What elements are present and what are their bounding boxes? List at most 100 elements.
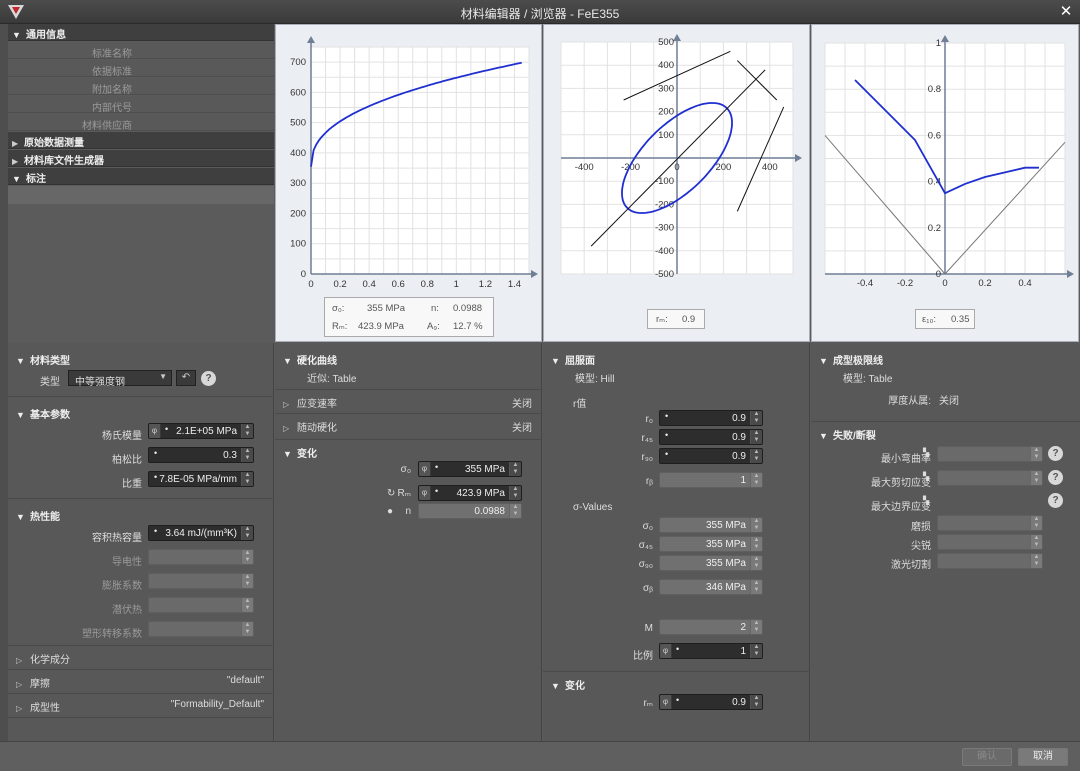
spinner-icon[interactable]: ▲ ▼ (1030, 471, 1042, 485)
spinner-icon[interactable]: ▲ ▼ (750, 411, 762, 425)
annotation-header[interactable]: ▼ 标注 (8, 168, 274, 185)
raw-data-header[interactable]: ▶ 原始数据测量 (8, 132, 274, 149)
max-shear-label: 最大剪切应变 (871, 478, 931, 489)
yield-surface-header[interactable]: ▼ 屈服面 (543, 347, 810, 367)
yield-change-header[interactable]: ▼ 变化 (543, 671, 810, 692)
help-icon[interactable]: ? (1048, 446, 1063, 461)
general-info-header[interactable]: ▼ 通用信息 (8, 24, 274, 41)
tree-row[interactable]: 标准名称 (8, 42, 274, 60)
pin-icon[interactable]: ▚ (923, 448, 929, 457)
library-generator-header[interactable]: ▶ 材料库文件生成器 (8, 150, 274, 167)
s90-field[interactable]: 355 MPa ▲ ▼ (659, 555, 763, 571)
spinner-icon[interactable]: ▲ ▼ (509, 462, 521, 476)
plastic-transfer-field[interactable]: ▲ ▼ (148, 621, 254, 637)
spinner-icon[interactable]: ▲ ▼ (241, 574, 253, 588)
sb-field[interactable]: 346 MPa ▲ ▼ (659, 579, 763, 595)
pin-icon[interactable]: ▚ (923, 472, 929, 481)
conductivity-field[interactable]: ▲ ▼ (148, 549, 254, 565)
s0-field[interactable]: 355 MPa ▲ ▼ (659, 517, 763, 533)
max-shear-field[interactable]: ▲ ▼ (937, 470, 1043, 486)
spinner-icon[interactable]: ▲ ▼ (509, 486, 521, 500)
x-tick-label: 200 (715, 162, 731, 173)
poisson-field[interactable]: • 0.3 ▲ ▼ (148, 447, 254, 463)
youngs-modulus-field[interactable]: φ • 2.1E+05 MPa ▲ ▼ (148, 423, 254, 439)
spinner-icon[interactable]: ▲ ▼ (1030, 554, 1042, 568)
close-icon[interactable]: ✕ (1058, 4, 1074, 20)
help-icon[interactable]: ? (1048, 493, 1063, 508)
spinner-icon[interactable]: ▲ ▼ (241, 550, 253, 564)
thermal-header[interactable]: ▼ 热性能 (8, 503, 274, 523)
material-type-select[interactable]: 中等强度钢 ▼ (68, 370, 172, 388)
spinner-icon[interactable]: ▲ ▼ (241, 448, 253, 462)
ok-button[interactable]: 确认 (962, 748, 1012, 766)
spinner-icon[interactable]: ▲ ▼ (241, 472, 253, 486)
spinner-icon[interactable]: ▲ ▼ (750, 449, 762, 463)
y-tick-label: -400 (655, 246, 674, 257)
left-edge (0, 24, 8, 741)
strain-rate-row[interactable]: ▷ 应变速率 关闭 (275, 389, 542, 411)
s45-field[interactable]: 355 MPa ▲ ▼ (659, 536, 763, 552)
spinner-icon[interactable]: ▲ ▼ (1030, 535, 1042, 549)
sigma0-field[interactable]: φ • 355 MPa ▲ ▼ (418, 461, 522, 477)
n-field[interactable]: 0.0988 ▲ ▼ (418, 503, 522, 519)
spinner-icon[interactable]: ▲ ▼ (750, 695, 762, 709)
r0-field[interactable]: • 0.9 ▲ ▼ (659, 410, 763, 426)
spinner-icon[interactable]: ▲ ▼ (241, 622, 253, 636)
spinner-icon[interactable]: ▲ ▼ (750, 518, 762, 532)
poisson-label: 柏松比 (112, 455, 142, 466)
spinner-icon[interactable]: ▲ ▼ (1030, 516, 1042, 530)
spinner-icon[interactable]: ▲ ▼ (750, 430, 762, 444)
ratio-field[interactable]: φ • 1 ▲ ▼ (659, 643, 763, 659)
hardening-readout: σ₀: 355 MPa n: 0.0988 Rₘ: 423.9 MPa A₉: … (324, 297, 494, 337)
cancel-button[interactable]: 取消 (1018, 748, 1068, 766)
latent-heat-field[interactable]: ▲ ▼ (148, 597, 254, 613)
material-type-header[interactable]: ▼ 材料类型 (8, 347, 274, 367)
laser-field[interactable]: ▲ ▼ (937, 553, 1043, 569)
spinner-icon[interactable]: ▲ ▼ (750, 473, 762, 487)
basic-params-header[interactable]: ▼ 基本参数 (8, 401, 274, 421)
annotation-area[interactable] (8, 186, 274, 204)
hardening-header[interactable]: ▼ 硬化曲线 (275, 347, 542, 367)
rb-field[interactable]: 1 ▲ ▼ (659, 472, 763, 488)
rm-change-field[interactable]: φ • 0.9 ▲ ▼ (659, 694, 763, 710)
spinner-icon[interactable]: ▲ ▼ (750, 580, 762, 594)
sigma-values-label: σ-Values (573, 502, 613, 513)
hardening-change-header[interactable]: ▼ 变化 (275, 439, 542, 460)
spinner-icon[interactable]: ▲ ▼ (241, 598, 253, 612)
heat-capacity-field[interactable]: • 3.64 mJ/(mm³K) ▲ ▼ (148, 525, 254, 541)
density-field[interactable]: • 7.8E-05 MPa/mm ▲ ▼ (148, 471, 254, 487)
sharp-field[interactable]: ▲ ▼ (937, 534, 1043, 550)
kinematic-row[interactable]: ▷ 随动硬化 关闭 (275, 413, 542, 435)
friction-row[interactable]: ▷ 摩擦 "default" (8, 669, 274, 691)
y-tick-label: 400 (658, 60, 674, 71)
spinner-icon[interactable]: ▲ ▼ (241, 424, 253, 438)
help-icon[interactable]: ? (1048, 470, 1063, 485)
spinner-icon[interactable]: ▲ ▼ (509, 504, 521, 518)
failure-header[interactable]: ▼ 失败/断裂 (811, 421, 1080, 442)
undo-button[interactable]: ↶ (176, 370, 196, 386)
spinner-icon[interactable]: ▲ ▼ (1030, 447, 1042, 461)
pin-icon[interactable]: ▚ (923, 496, 929, 505)
min-bend-field[interactable]: ▲ ▼ (937, 446, 1043, 462)
spinner-icon[interactable]: ▲ ▼ (750, 644, 762, 658)
forming-limit-header[interactable]: ▼ 成型极限线 (811, 347, 1080, 367)
help-icon[interactable]: ? (201, 371, 216, 386)
expansion-field[interactable]: ▲ ▼ (148, 573, 254, 589)
yield-surface-plot-panel: -400 -200 0 200 400 500 400 300 200 100 -100 -200 -3… (543, 24, 810, 342)
spinner-icon[interactable]: ▲ ▼ (750, 556, 762, 570)
tree-row[interactable]: 内部代号 (8, 96, 274, 114)
tree-row[interactable]: 材料供应商 (8, 114, 274, 132)
spinner-icon[interactable]: ▲ ▼ (241, 526, 253, 540)
tree-row[interactable]: 附加名称 (8, 78, 274, 96)
r45-field[interactable]: • 0.9 ▲ ▼ (659, 429, 763, 445)
tree-row[interactable]: 依据标准 (8, 60, 274, 78)
r90-field[interactable]: • 0.9 ▲ ▼ (659, 448, 763, 464)
rm-field[interactable]: φ • 423.9 MPa ▲ ▼ (418, 485, 522, 501)
formability-row[interactable]: ▷ 成型性 "Formability_Default" (8, 693, 274, 715)
m-field[interactable]: 2 ▲ ▼ (659, 619, 763, 635)
s45-label: σ₄₅ (638, 540, 653, 551)
chemistry-row[interactable]: ▷ 化学成分 (8, 645, 274, 667)
wear-field[interactable]: ▲ ▼ (937, 515, 1043, 531)
spinner-icon[interactable]: ▲ ▼ (750, 620, 762, 634)
spinner-icon[interactable]: ▲ ▼ (750, 537, 762, 551)
